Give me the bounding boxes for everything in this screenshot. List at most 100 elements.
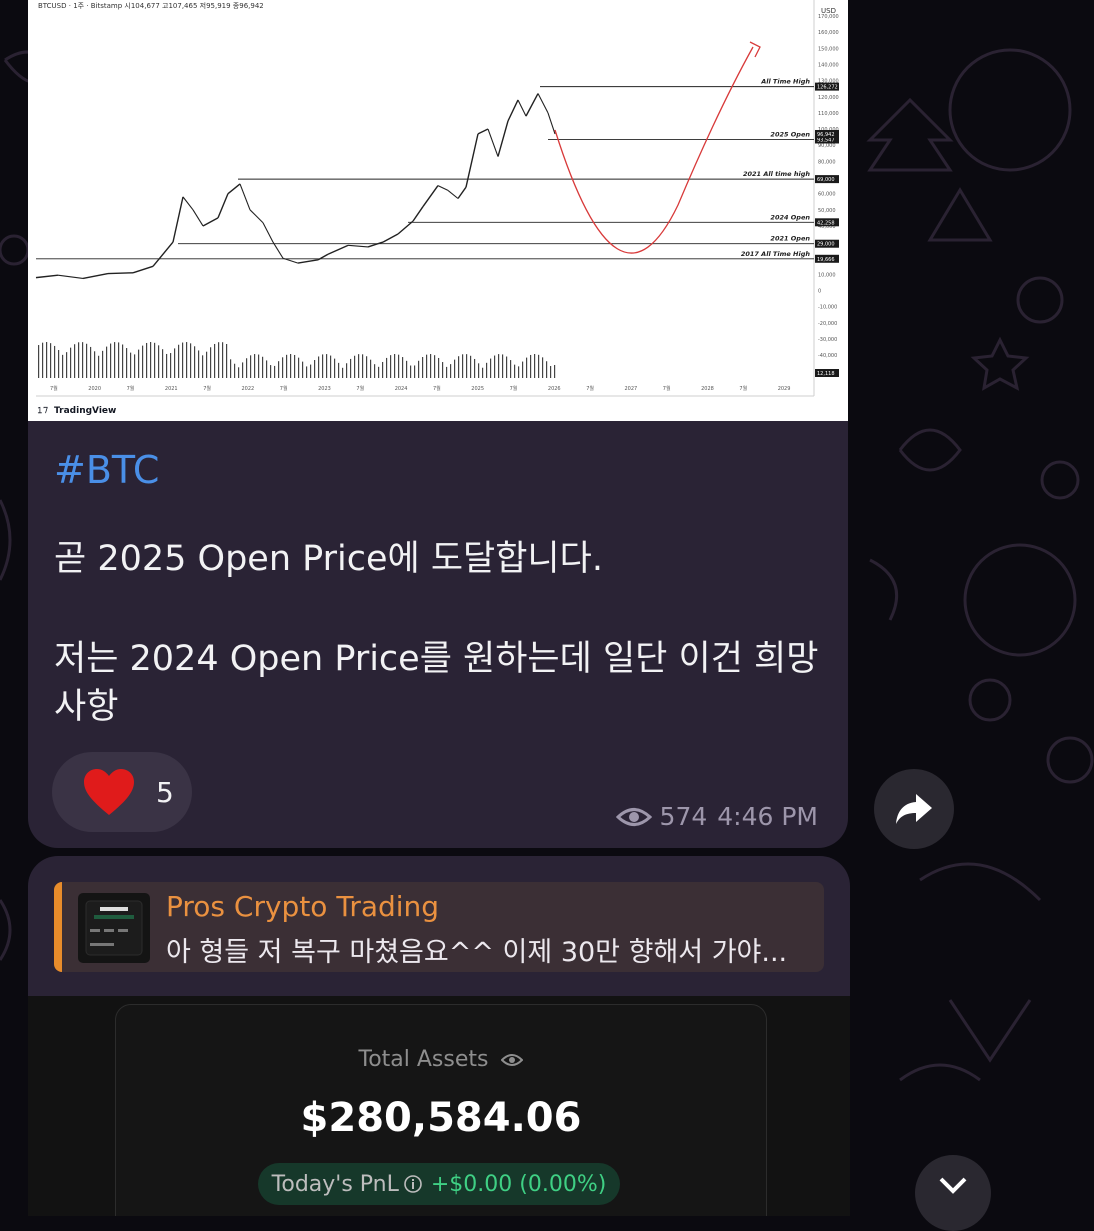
volume-bar	[162, 349, 164, 378]
volume-bar	[338, 362, 340, 378]
volume-bar	[214, 343, 216, 378]
x-tick-label: 7월	[127, 385, 135, 392]
price-segment	[507, 99, 519, 122]
volume-bar	[78, 342, 80, 378]
volume-bar	[74, 344, 76, 378]
volume-bar	[110, 343, 112, 378]
volume-bar	[138, 349, 140, 378]
volume-bar	[246, 358, 248, 378]
assets-label-row: Total Assets	[116, 1047, 766, 1072]
volume-bar	[450, 364, 452, 378]
hashtag-link[interactable]: #BTC	[54, 448, 159, 492]
price-segment	[217, 193, 229, 219]
forward-button[interactable]	[874, 769, 954, 849]
share-arrow-icon	[896, 794, 932, 824]
x-tick-label: 2024	[395, 386, 408, 392]
x-tick-label: 2023	[318, 386, 331, 392]
chart-image[interactable]: BTCUSD · 1주 · Bitstamp 시104,677 고107,465…	[28, 0, 848, 421]
price-segment	[422, 185, 439, 207]
x-tick-label: 2026	[548, 386, 561, 392]
level-label: 2025 Open	[770, 130, 810, 138]
price-segment	[192, 209, 204, 227]
level-label: 2021 Open	[770, 235, 810, 243]
price-segment	[437, 185, 449, 191]
message-line-2: 저는 2024 Open Price를 원하는데 일단 이건 희망사항	[54, 639, 819, 727]
price-segment	[367, 241, 384, 248]
volume-bar	[46, 342, 48, 378]
price-segment	[35, 274, 59, 279]
volume-bar	[186, 342, 188, 378]
volume-bar	[514, 364, 516, 378]
price-segment	[412, 206, 424, 222]
volume-bar	[410, 365, 412, 378]
price-segment	[262, 222, 274, 243]
volume-bar	[242, 362, 244, 378]
volume-bar	[366, 356, 368, 378]
volume-bar	[422, 357, 424, 378]
heart-reaction-button[interactable]: 5	[52, 752, 192, 832]
volume-bar	[302, 361, 304, 378]
message-bubble[interactable]: Pros Crypto Trading 아 형들 저 복구 마쳤음요^^ 이제 …	[28, 856, 850, 1216]
y-tick-label: 120,000	[818, 95, 839, 101]
volume-bar	[106, 346, 108, 378]
volume-bar	[542, 357, 544, 378]
volume-bar	[94, 351, 96, 378]
attached-screenshot[interactable]: Total Assets $280,584.06 Today's PnL +$0…	[28, 996, 850, 1216]
current-price-tag: 96,942	[817, 132, 835, 138]
volume-bar	[490, 358, 492, 378]
reply-preview[interactable]: Pros Crypto Trading 아 형들 저 복구 마쳤음요^^ 이제 …	[54, 882, 824, 972]
price-segment	[152, 241, 174, 267]
volume-bar	[342, 367, 344, 378]
volume-bar	[330, 355, 332, 378]
volume-bar	[298, 357, 300, 378]
x-tick-label: 2022	[242, 386, 255, 392]
volume-bar	[462, 354, 464, 378]
reaction-count: 5	[156, 775, 174, 809]
volume-bar	[266, 360, 268, 378]
scroll-down-button[interactable]	[915, 1155, 991, 1231]
volume-bar	[478, 363, 480, 378]
message-line-1: 곧 2025 Open Price에 도달합니다.	[54, 539, 603, 579]
y-tick-label: 50,000	[818, 208, 836, 214]
price-segment	[547, 112, 556, 135]
price-tag: 93,547	[817, 137, 835, 143]
x-tick-label: 2029	[778, 386, 791, 392]
price-tag: 42,258	[817, 220, 835, 226]
volume-bar	[210, 347, 212, 378]
price-segment	[477, 128, 489, 135]
y-tick-label: 140,000	[818, 62, 839, 68]
price-segment	[327, 244, 349, 255]
volume-bar	[258, 354, 260, 378]
volume-bar	[362, 354, 364, 378]
volume-bar	[378, 366, 380, 378]
volume-bar	[38, 345, 40, 378]
price-segment	[487, 128, 499, 157]
volume-bar	[386, 357, 388, 378]
volume-bar	[546, 361, 548, 378]
volume-bar	[126, 348, 128, 378]
x-tick-label: 7월	[280, 385, 288, 392]
price-segment	[497, 120, 509, 157]
price-tag: 126,272	[817, 85, 838, 91]
volume-bar	[238, 367, 240, 378]
volume-bar	[62, 354, 64, 378]
volume-bar	[202, 355, 204, 378]
tradingview-watermark: TradingView	[54, 406, 116, 416]
volume-bar	[406, 360, 408, 378]
message-bubble[interactable]: BTCUSD · 1주 · Bitstamp 시104,677 고107,465…	[28, 0, 848, 848]
y-tick-label: 110,000	[818, 111, 839, 117]
volume-bar	[290, 354, 292, 378]
total-assets-label: Total Assets	[358, 1047, 489, 1072]
x-tick-label: 2028	[701, 386, 714, 392]
volume-bar	[466, 354, 468, 378]
volume-bar	[42, 342, 44, 378]
reply-sender: Pros Crypto Trading	[166, 890, 440, 923]
y-tick-label: 170,000	[818, 14, 839, 20]
price-segment	[297, 259, 319, 264]
x-tick-label: 2025	[471, 386, 484, 392]
volume-bar	[494, 355, 496, 378]
message-text: 곧 2025 Open Price에 도달합니다. 저는 2024 Open P…	[54, 535, 824, 731]
volume-bar	[274, 365, 276, 378]
volume-bar	[434, 355, 436, 378]
y-tick-label: 160,000	[818, 30, 839, 36]
